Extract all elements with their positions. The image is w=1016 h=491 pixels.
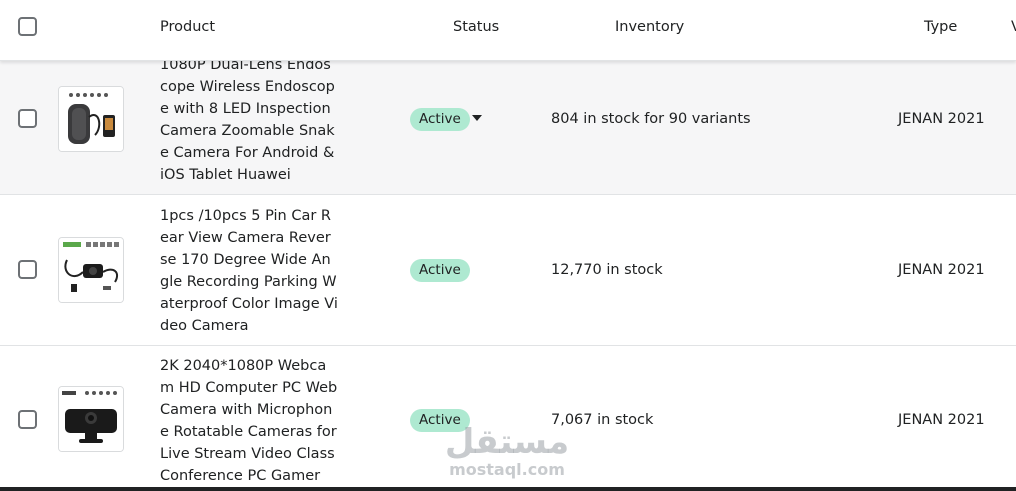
table-row[interactable]: 1pcs /10pcs 5 Pin Car Rear View Camera R… [0, 195, 1016, 346]
status-badge: Active [410, 409, 470, 432]
inventory-value: 804 in stock for 90 variants [551, 111, 751, 127]
product-thumbnail-endoscope[interactable] [58, 86, 124, 152]
product-name[interactable]: 2K 2040*1080P Webcam HD Computer PC WebC… [160, 355, 338, 487]
webcam-image [59, 387, 123, 451]
product-type: JENAN 2021 [898, 412, 985, 428]
column-header-status[interactable]: Status [453, 19, 499, 35]
table-header: Product Status Inventory Type V [0, 0, 1016, 61]
column-header-product[interactable]: Product [160, 19, 215, 35]
product-type: JENAN 2021 [898, 262, 985, 278]
product-thumbnail-rear-camera[interactable] [58, 237, 124, 303]
row-checkbox[interactable] [18, 109, 37, 128]
column-header-type[interactable]: Type [924, 19, 957, 35]
product-type: JENAN 2021 [898, 111, 985, 127]
column-header-inventory[interactable]: Inventory [615, 19, 684, 35]
endoscope-image [59, 87, 123, 151]
row-checkbox[interactable] [18, 410, 37, 429]
inventory-value: 12,770 in stock [551, 262, 663, 278]
product-name[interactable]: 1080P Dual-Lens Endoscope Wireless Endos… [160, 54, 338, 186]
rear-camera-image [59, 238, 123, 302]
table-row[interactable]: 2K 2040*1080P Webcam HD Computer PC WebC… [0, 346, 1016, 491]
product-table: Product Status Inventory Type V 1080P Du… [0, 0, 1016, 491]
status-badge: Active [410, 108, 470, 131]
select-all-checkbox[interactable] [18, 17, 37, 36]
status-badge: Active [410, 259, 470, 282]
row-checkbox[interactable] [18, 260, 37, 279]
column-header-vendor-partial[interactable]: V [1011, 19, 1016, 35]
product-name[interactable]: 1pcs /10pcs 5 Pin Car Rear View Camera R… [160, 205, 338, 337]
product-thumbnail-webcam[interactable] [58, 386, 124, 452]
inventory-value: 7,067 in stock [551, 412, 654, 428]
status-dropdown-caret-icon[interactable] [472, 115, 482, 121]
table-row[interactable]: 1080P Dual-Lens Endoscope Wireless Endos… [0, 44, 1016, 195]
bottom-edge-bar [0, 487, 1016, 491]
